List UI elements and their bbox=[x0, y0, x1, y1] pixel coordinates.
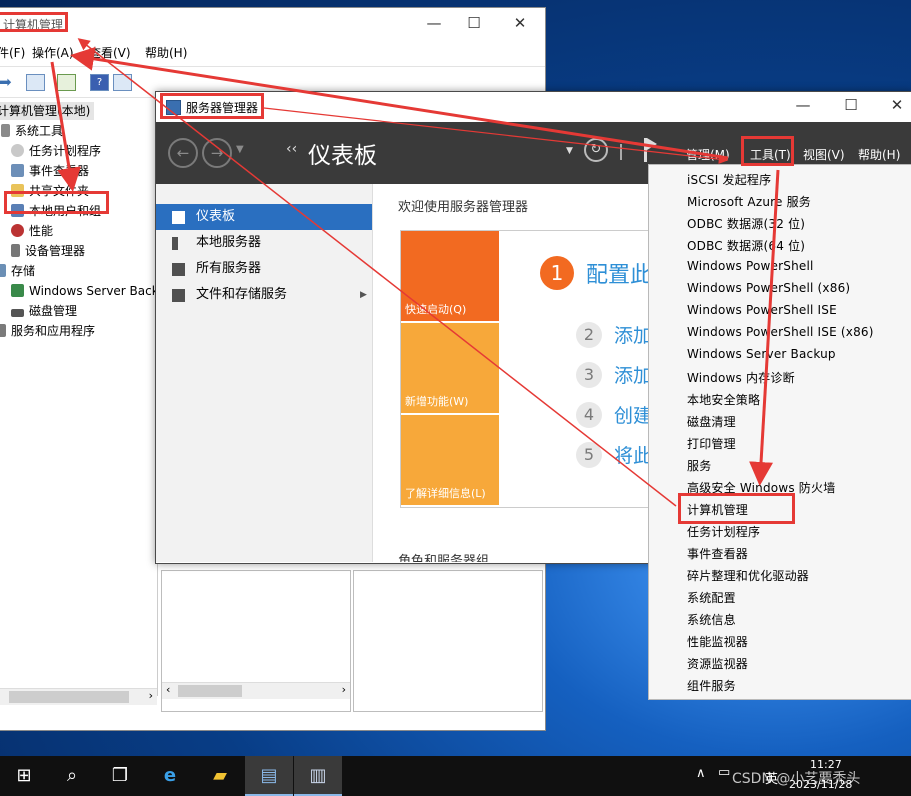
arrow-to-action-menu bbox=[70, 46, 729, 160]
annotation-arrows bbox=[50, 38, 780, 507]
arrow-item-to-cm-title bbox=[77, 38, 677, 507]
arrow-tools-to-item bbox=[749, 169, 780, 486]
arrow-to-tools bbox=[263, 107, 729, 164]
arrow-action-to-users bbox=[50, 61, 81, 192]
